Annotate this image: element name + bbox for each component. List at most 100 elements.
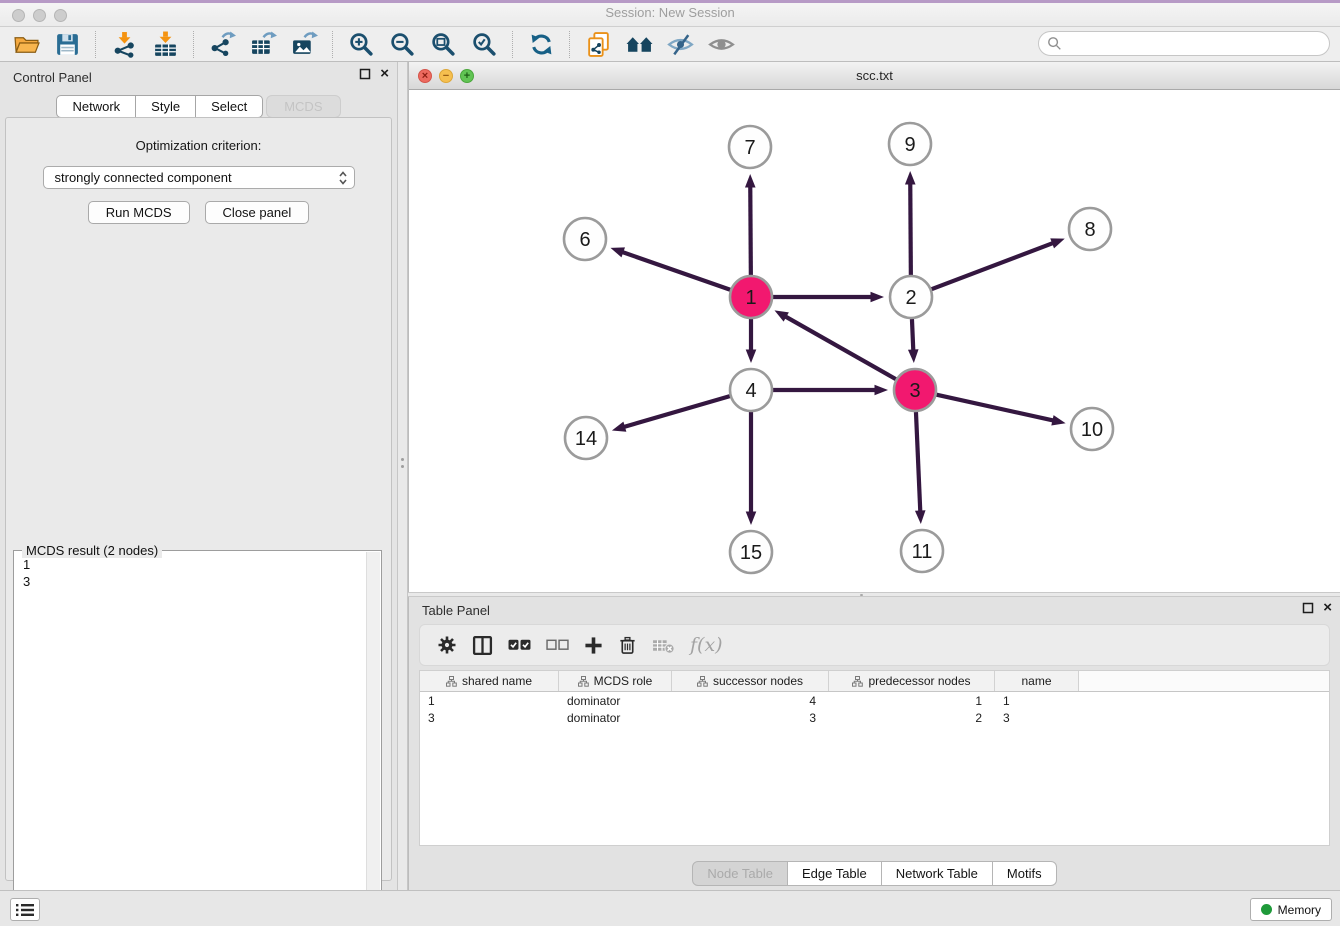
table-toolbar: f(x)	[419, 624, 1330, 666]
open-session-icon[interactable]	[6, 29, 47, 60]
cell: 3	[672, 711, 829, 725]
graph-arrowhead	[915, 510, 926, 524]
show-eye-icon[interactable]	[701, 29, 742, 60]
table-row[interactable]: 1dominator411	[420, 692, 1329, 709]
vertical-splitter[interactable]	[397, 62, 408, 890]
toolbar-separator	[193, 31, 195, 58]
window-top-edge	[0, 0, 1340, 3]
toolbar-separator	[569, 31, 571, 58]
memory-button[interactable]: Memory	[1250, 898, 1332, 921]
zoom-out-icon[interactable]	[382, 29, 423, 60]
network-canvas[interactable]: 1234678910111415	[409, 90, 1340, 592]
hide-panel-eye-icon[interactable]	[660, 29, 701, 60]
tab-motifs[interactable]: Motifs	[993, 861, 1057, 886]
graph-arrowhead	[612, 422, 626, 432]
result-scrollbar[interactable]	[366, 552, 380, 926]
graph-node-label: 2	[905, 287, 916, 309]
graph-arrowhead	[774, 310, 788, 321]
duplicate-network-icon[interactable]	[578, 29, 619, 60]
task-history-button[interactable]	[10, 898, 40, 921]
run-mcds-button[interactable]: Run MCDS	[88, 201, 190, 224]
export-image-icon[interactable]	[284, 29, 325, 60]
graph-node-label: 3	[909, 380, 920, 402]
search-icon	[1047, 36, 1062, 51]
columns-icon[interactable]	[472, 635, 493, 656]
graph-edge-4-14[interactable]	[622, 396, 730, 427]
dropdown-stepper-icon	[338, 170, 348, 186]
zoom-fit-icon[interactable]	[423, 29, 464, 60]
app-window: Session: New Session Control Panel × Net…	[0, 0, 1340, 926]
export-table-icon[interactable]	[243, 29, 284, 60]
network-window-title: scc.txt	[409, 68, 1340, 83]
graph-node-label: 10	[1081, 419, 1103, 441]
main-titlebar: Session: New Session	[0, 0, 1340, 27]
table-panel: Table Panel × f(x) shared nameMCDS roles…	[408, 597, 1340, 890]
graph-edge-3-11[interactable]	[916, 412, 920, 514]
mcds-result-box: MCDS result (2 nodes) 13	[13, 550, 382, 926]
tab-node-table[interactable]: Node Table	[692, 861, 788, 886]
graph-edge-2-8[interactable]	[932, 242, 1055, 289]
save-session-icon[interactable]	[47, 29, 88, 60]
graph-node-label: 7	[744, 137, 755, 159]
toolbar-separator	[512, 31, 514, 58]
column-header-shared-name[interactable]: shared name	[420, 671, 559, 691]
graph-arrowhead	[746, 350, 757, 364]
tab-style[interactable]: Style	[136, 95, 196, 118]
trash-icon[interactable]	[618, 635, 637, 655]
refresh-icon[interactable]	[521, 29, 562, 60]
mcds-result-title: MCDS result (2 nodes)	[22, 543, 162, 558]
deselect-all-icon[interactable]	[546, 638, 569, 652]
cell: 4	[672, 694, 829, 708]
network-window-titlebar[interactable]: ×−+ scc.txt	[409, 62, 1340, 90]
memory-status-icon	[1261, 904, 1272, 915]
column-header-MCDS-role[interactable]: MCDS role	[559, 671, 672, 691]
graph-arrowhead	[908, 349, 919, 363]
graph-arrowhead	[745, 174, 756, 188]
home-icon[interactable]	[619, 29, 660, 60]
node-table: shared nameMCDS rolesuccessor nodesprede…	[419, 670, 1330, 846]
select-all-icon[interactable]	[508, 638, 531, 652]
graph-edge-3-1[interactable]	[784, 315, 896, 379]
column-header-name[interactable]: name	[995, 671, 1079, 691]
graph-edge-2-3[interactable]	[912, 319, 913, 353]
list-icon	[14, 902, 36, 918]
close-table-panel-icon[interactable]: ×	[1323, 602, 1332, 614]
tab-select[interactable]: Select	[196, 95, 263, 118]
control-panel: Control Panel × NetworkStyleSelectMCDS O…	[0, 62, 397, 890]
gear-icon[interactable]	[437, 635, 457, 655]
zoom-in-icon[interactable]	[341, 29, 382, 60]
import-table-icon[interactable]	[145, 29, 186, 60]
graph-node-label: 1	[745, 287, 756, 309]
tab-edge-table[interactable]: Edge Table	[788, 861, 882, 886]
table-row[interactable]: 3dominator323	[420, 709, 1329, 726]
toolbar-separator	[332, 31, 334, 58]
tab-mcds[interactable]: MCDS	[266, 95, 340, 118]
search-input[interactable]	[1038, 31, 1330, 56]
graph-edge-1-6[interactable]	[620, 251, 730, 289]
zoom-selected-icon[interactable]	[464, 29, 505, 60]
graph-edge-3-10[interactable]	[936, 395, 1055, 421]
float-panel-icon[interactable]	[359, 68, 371, 80]
cell: dominator	[559, 694, 672, 708]
network-graph: 1234678910111415	[409, 90, 1340, 592]
graph-edge-1-7[interactable]	[750, 184, 751, 275]
graph-arrowhead	[1051, 415, 1065, 425]
graph-arrowhead	[610, 247, 624, 257]
graph-edge-2-9[interactable]	[910, 181, 911, 275]
close-panel-button[interactable]: Close panel	[205, 201, 310, 224]
import-network-icon[interactable]	[104, 29, 145, 60]
close-panel-icon[interactable]: ×	[380, 68, 389, 80]
export-network-icon[interactable]	[202, 29, 243, 60]
column-header-predecessor-nodes[interactable]: predecessor nodes	[829, 671, 995, 691]
delete-table-icon	[652, 637, 675, 654]
plus-icon[interactable]	[584, 636, 603, 655]
search-box	[1038, 31, 1330, 56]
tab-network[interactable]: Network	[56, 95, 136, 118]
header-filler	[1079, 671, 1329, 691]
tab-network-table[interactable]: Network Table	[882, 861, 993, 886]
node-table-body: 1dominator4113dominator323	[420, 692, 1329, 726]
optimization-dropdown[interactable]: strongly connected component	[43, 166, 355, 189]
column-header-successor-nodes[interactable]: successor nodes	[672, 671, 829, 691]
float-table-panel-icon[interactable]	[1302, 602, 1314, 614]
status-bar: Memory	[0, 890, 1340, 926]
